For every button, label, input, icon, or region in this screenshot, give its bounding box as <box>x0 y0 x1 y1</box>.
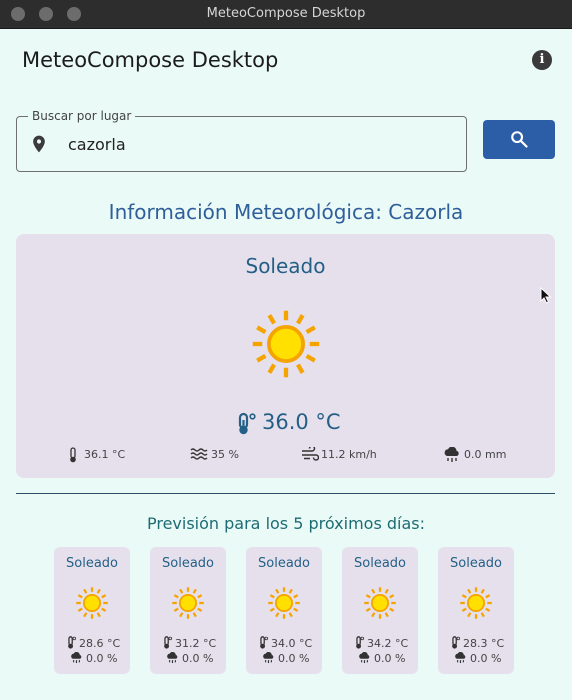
forecast-day-card: Soleado 34.2 °C 0.0 % <box>342 547 418 674</box>
search-label: Buscar por lugar <box>28 109 136 123</box>
sun-icon <box>266 585 302 621</box>
forecast-day-card: Soleado 34.0 °C 0.0 % <box>246 547 322 674</box>
section-divider <box>16 493 555 494</box>
forecast-day-card: Soleado 28.3 °C 0.0 % <box>438 547 514 674</box>
forecast-title: Previsión para los 5 próximos días: <box>146 514 426 533</box>
forecast-precipitation: 0.0 % <box>166 652 213 665</box>
forecast-temperature: 34.0 °C <box>258 636 312 650</box>
humidity-waves-icon <box>190 448 208 460</box>
forecast-temperature-value: 34.2 °C <box>367 637 409 650</box>
rain-cloud-icon <box>454 652 470 665</box>
forecast-precipitation-value: 0.0 % <box>86 652 118 665</box>
forecast-day-card: Soleado 31.2 °C 0.0 % <box>150 547 226 674</box>
location-pin-icon <box>33 135 45 153</box>
forecast-temperature: 31.2 °C <box>162 636 216 650</box>
search-value: cazorla <box>68 135 126 154</box>
forecast-temperature: 34.2 °C <box>354 636 408 650</box>
forecast-day-card: Soleado 28.6 °C 0.0 % <box>54 547 130 674</box>
rain-cloud-icon <box>358 652 374 665</box>
forecast-temperature-value: 31.2 °C <box>175 637 217 650</box>
forecast-precipitation-value: 0.0 % <box>182 652 214 665</box>
rain-cloud-icon <box>166 652 182 665</box>
search-button[interactable] <box>483 120 555 159</box>
thermometer-icon <box>66 636 79 650</box>
forecast-condition: Soleado <box>354 556 406 571</box>
forecast-condition: Soleado <box>162 556 214 571</box>
app-title: MeteoCompose Desktop <box>22 48 279 72</box>
thermometer-icon <box>450 636 463 650</box>
window-title: MeteoCompose Desktop <box>206 6 366 21</box>
search-icon <box>511 131 528 148</box>
weather-heading: Información Meteorológica: Cazorla <box>108 200 464 224</box>
forecast-temperature-value: 28.6 °C <box>79 637 121 650</box>
forecast-condition: Soleado <box>258 556 310 571</box>
forecast-precipitation-value: 0.0 % <box>470 652 502 665</box>
forecast-temperature: 28.3 °C <box>450 636 504 650</box>
rain-cloud-icon <box>262 652 278 665</box>
forecast-precipitation-value: 0.0 % <box>374 652 406 665</box>
feels-like-value: 36.1 °C <box>84 448 126 461</box>
forecast-precipitation: 0.0 % <box>262 652 309 665</box>
forecast-precipitation-value: 0.0 % <box>278 652 310 665</box>
rain-cloud-icon <box>70 652 86 665</box>
forecast-precipitation: 0.0 % <box>70 652 117 665</box>
thermometer-icon <box>354 636 367 650</box>
current-condition: Soleado <box>245 254 326 278</box>
humidity-value: 35 % <box>211 448 239 461</box>
thermometer-icon <box>238 412 256 435</box>
wind-icon <box>302 447 319 461</box>
precipitation-value: 0.0 mm <box>464 448 507 461</box>
thermometer-icon <box>70 447 76 463</box>
forecast-temperature-value: 34.0 °C <box>271 637 313 650</box>
forecast-temperature-value: 28.3 °C <box>463 637 505 650</box>
title-bar: MeteoCompose Desktop <box>0 0 572 29</box>
wind-value: 11.2 km/h <box>321 448 377 461</box>
forecast-precipitation: 0.0 % <box>358 652 405 665</box>
forecast-condition: Soleado <box>450 556 502 571</box>
current-temperature-value: 36.0 °C <box>262 410 341 434</box>
forecast-precipitation: 0.0 % <box>454 652 501 665</box>
thermometer-icon <box>258 636 271 650</box>
mouse-cursor-icon <box>540 287 552 304</box>
rain-cloud-icon <box>444 447 459 462</box>
app-window: MeteoCompose Desktop MeteoCompose Deskto… <box>0 0 572 700</box>
thermometer-icon <box>162 636 175 650</box>
forecast-temperature: 28.6 °C <box>66 636 120 650</box>
sun-icon <box>170 585 206 621</box>
sun-icon <box>74 585 110 621</box>
sun-icon <box>362 585 398 621</box>
forecast-condition: Soleado <box>66 556 118 571</box>
sun-icon <box>252 310 320 378</box>
sun-icon <box>458 585 494 621</box>
info-icon[interactable]: i <box>532 50 552 70</box>
